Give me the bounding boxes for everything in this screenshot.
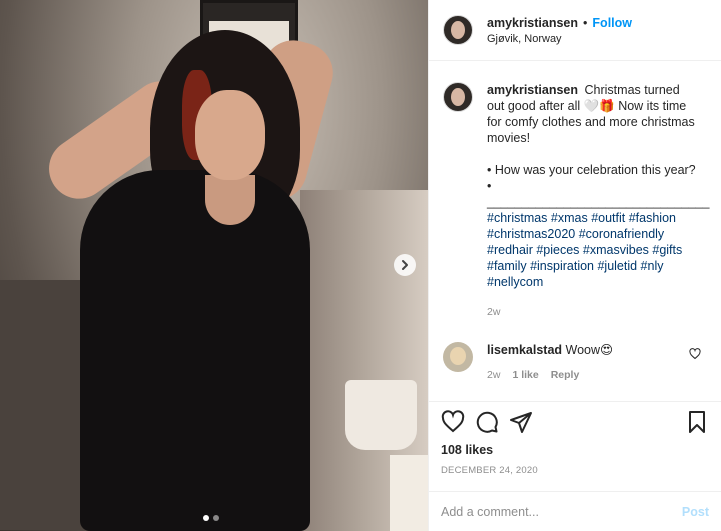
bookmark-icon [689, 411, 705, 433]
post-side-panel: amykristiansen • Follow Gjøvik, Norway a… [428, 0, 721, 531]
share-button[interactable] [509, 410, 533, 434]
add-comment-bar: Post [429, 491, 721, 531]
follow-button[interactable]: Follow [592, 16, 632, 30]
commenter-username[interactable]: lisemkalstad [487, 343, 562, 357]
post-header: amykristiansen • Follow Gjøvik, Norway [429, 0, 721, 61]
comment-body: lisemkalstad Woow😍 2w 1 like Reply [487, 342, 613, 381]
caption-bullet: • [487, 179, 492, 193]
photo-lamp [390, 455, 428, 531]
photo-bucket [345, 380, 417, 450]
caption-body: amykristiansen Christmas turned out good… [487, 82, 710, 320]
comment-like-button[interactable] [689, 348, 701, 363]
save-button[interactable] [685, 410, 709, 434]
carousel-next-button[interactable] [394, 254, 416, 276]
caption-time[interactable]: 2w [487, 304, 697, 320]
caption-hashtags[interactable]: #christmas #xmas #outfit #fashion #chris… [487, 210, 697, 290]
caption-username[interactable]: amykristiansen [487, 83, 578, 97]
comment-meta: 2w 1 like Reply [487, 369, 613, 381]
like-button[interactable] [441, 410, 465, 434]
share-icon [510, 412, 532, 433]
comment-item: lisemkalstad Woow😍 2w 1 like Reply [443, 342, 707, 381]
instagram-post: amykristiansen • Follow Gjøvik, Norway a… [0, 0, 721, 531]
header-separator: • [583, 15, 588, 30]
author-username[interactable]: amykristiansen [487, 16, 578, 30]
carousel-dot-2 [213, 515, 219, 521]
small-heart-icon [689, 348, 701, 360]
comment-likes[interactable]: 1 like [512, 369, 538, 381]
comment-reply-button[interactable]: Reply [551, 369, 580, 381]
action-icons [441, 410, 709, 434]
heart-icon [441, 410, 465, 433]
comment-time[interactable]: 2w [487, 369, 500, 381]
post-location[interactable]: Gjøvik, Norway [487, 33, 632, 45]
post-date[interactable]: DECEMBER 24, 2020 [441, 465, 709, 476]
author-info: amykristiansen • Follow Gjøvik, Norway [487, 16, 632, 45]
commenter-avatar[interactable] [443, 342, 473, 372]
post-photo[interactable] [0, 0, 428, 531]
photo-person-dress [80, 170, 310, 531]
post-comment-button[interactable]: Post [682, 505, 709, 519]
post-actions: 108 likes DECEMBER 24, 2020 [429, 401, 721, 476]
photo-person-face [195, 90, 265, 180]
caption-divider: ________________________________ [487, 195, 710, 209]
caption-avatar[interactable] [443, 82, 473, 112]
caption: amykristiansen Christmas turned out good… [443, 82, 710, 320]
carousel-indicator [203, 515, 219, 521]
likes-count[interactable]: 108 likes [441, 443, 709, 457]
caption-question: • How was your celebration this year? [487, 163, 696, 177]
author-avatar[interactable] [443, 15, 473, 45]
carousel-dot-1 [203, 515, 209, 521]
chevron-right-icon [402, 260, 408, 270]
comment-icon [476, 411, 498, 433]
comment-button[interactable] [475, 410, 499, 434]
photo-person-neck [205, 175, 255, 225]
comments-section[interactable]: amykristiansen Christmas turned out good… [429, 62, 721, 400]
comment-input[interactable] [441, 504, 682, 519]
comment-text: Woow😍 [565, 343, 614, 357]
photo-shelf [0, 280, 80, 530]
